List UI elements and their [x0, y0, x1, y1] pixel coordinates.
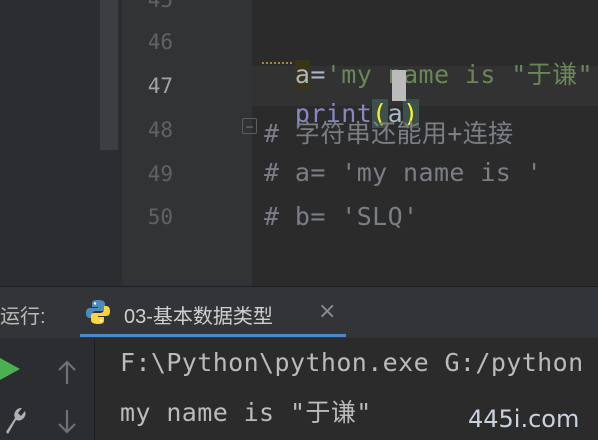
- scrollbar[interactable]: [100, 0, 118, 150]
- code-comment: # 字符串还能用+连接: [264, 119, 514, 148]
- text-cursor: [392, 70, 406, 101]
- line-number: 50: [147, 205, 173, 229]
- arrow-up-icon[interactable]: [56, 358, 78, 390]
- arrow-down-icon[interactable]: [56, 408, 78, 440]
- line-number: 47: [147, 74, 173, 98]
- run-icon[interactable]: [0, 356, 22, 386]
- run-label: 运行:: [0, 306, 46, 328]
- tab-active-indicator: [80, 334, 346, 337]
- tab-title: 03-基本数据类型: [124, 306, 273, 328]
- fold-icon[interactable]: [242, 118, 257, 134]
- console-line: my name is "于谦": [120, 398, 372, 427]
- watermark: 445i.com: [468, 405, 580, 433]
- line-number: 45: [147, 0, 173, 12]
- code-comment: # a= 'my name is ': [264, 158, 543, 187]
- close-icon[interactable]: ×: [318, 299, 336, 324]
- code-comment: # b= 'SLQ': [264, 202, 419, 231]
- warning-underline: [262, 58, 292, 64]
- console-line: F:\Python\python.exe G:/python: [120, 348, 584, 377]
- line-number: 46: [147, 30, 173, 54]
- python-icon: [84, 298, 112, 330]
- line-number: 49: [147, 162, 173, 186]
- wrench-icon[interactable]: [0, 404, 26, 438]
- line-number: 48: [147, 118, 173, 142]
